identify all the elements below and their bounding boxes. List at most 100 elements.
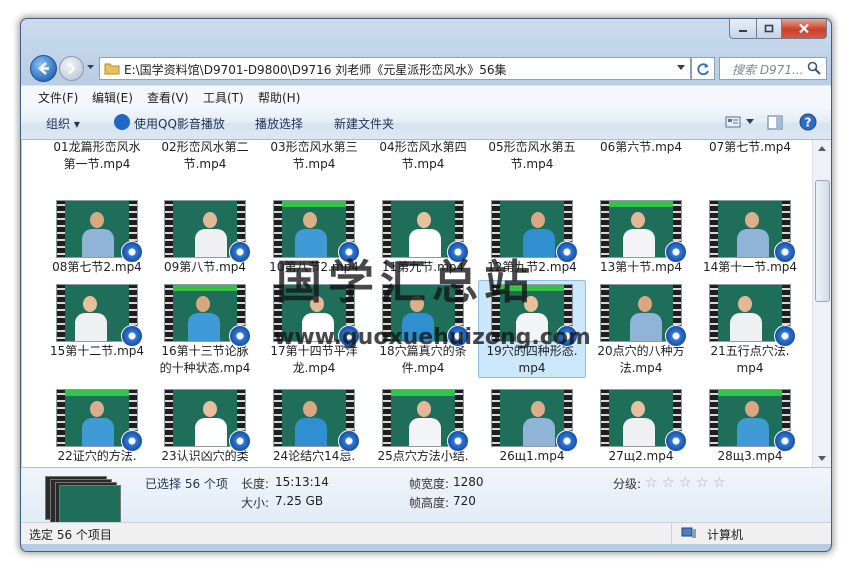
video-thumbnail [709, 200, 796, 263]
qq-video-badge-icon [665, 430, 687, 452]
preview-pane-icon[interactable] [767, 115, 783, 130]
explorer-window: E:\国学资料馆\D9701-D9800\D9716 刘老师《元星派形峦风水》5… [20, 18, 832, 552]
video-thumbnail [56, 284, 143, 347]
scroll-up-icon[interactable] [813, 140, 831, 157]
file-item[interactable]: 15第十二节.mp4 [44, 281, 150, 360]
qq-video-badge-icon [121, 241, 143, 263]
maximize-button[interactable] [757, 19, 782, 39]
scroll-down-icon[interactable] [813, 450, 831, 467]
video-thumbnail [600, 284, 687, 347]
file-name: 法.mp4 [619, 361, 663, 375]
file-item[interactable]: 16第十三节论脉 的十种状态.mp4 [152, 281, 258, 377]
frame-width-label: 帧宽度: [409, 477, 450, 491]
file-item[interactable]: 26щ1.mp4 [479, 386, 585, 465]
qq-video-badge-icon [774, 325, 796, 347]
play-selected-button[interactable]: 播放选择 [255, 115, 303, 132]
file-name: 节.mp4 [401, 157, 445, 171]
file-name: 件.mp4 [401, 361, 445, 375]
rating-star-2[interactable]: ☆ [662, 475, 675, 491]
file-item[interactable]: 24论结穴14忌.mp4 [261, 386, 367, 467]
qq-video-badge-icon [229, 241, 251, 263]
file-item[interactable]: 22证穴的方法.mp4 [44, 386, 150, 467]
qq-video-badge-icon [229, 430, 251, 452]
video-thumbnail [600, 200, 687, 263]
size-value: 7.25 GB [275, 494, 324, 508]
menu-file[interactable]: 文件(F) [38, 89, 78, 106]
menu-edit[interactable]: 编辑(E) [92, 89, 133, 106]
selected-count: 已选择 56 个项 [145, 477, 228, 491]
video-thumbnail [273, 389, 360, 452]
file-item[interactable]: 20点穴的八种方 法.mp4 [588, 281, 694, 377]
file-item[interactable]: 25点穴方法小结.mp4 [370, 386, 476, 467]
file-name: 06第六节.mp4 [599, 140, 683, 154]
rating-star-1[interactable]: ☆ [645, 475, 658, 491]
frame-width-value: 1280 [453, 475, 484, 489]
file-name: 03形峦风水第三 [270, 140, 358, 154]
qq-video-badge-icon [556, 430, 578, 452]
qq-video-badge-icon [121, 430, 143, 452]
close-button[interactable] [782, 19, 827, 39]
rating-star-3[interactable]: ☆ [679, 475, 692, 491]
file-item[interactable]: 08第七节2.mp4 [44, 197, 150, 276]
recent-pages-dropdown-icon[interactable] [86, 61, 95, 73]
file-item[interactable]: 23认识凶穴的类型.mp4 [152, 386, 258, 467]
back-button[interactable] [30, 55, 57, 82]
file-item[interactable]: 27щ2.mp4 [588, 386, 694, 465]
rating-star-4[interactable]: ☆ [696, 475, 709, 491]
address-bar[interactable]: E:\国学资料馆\D9701-D9800\D9716 刘老师《元星派形峦风水》5… [99, 57, 691, 80]
folder-icon [104, 63, 120, 75]
frame-height-label: 帧高度: [409, 496, 450, 510]
file-item[interactable]: 09第八节.mp4 [152, 197, 258, 276]
file-name: mp4 [736, 361, 764, 375]
play-with-qq-button[interactable]: 使用QQ影音播放 [134, 115, 225, 132]
file-name: 05形峦风水第五 [488, 140, 576, 154]
file-item[interactable]: 28щ3.mp4 [697, 386, 803, 465]
organize-button[interactable]: 组织 ▾ [46, 115, 80, 132]
scrollbar-thumb[interactable] [815, 180, 830, 302]
search-box[interactable]: 搜索 D971... [719, 57, 827, 80]
chevron-down-icon: ▾ [73, 117, 80, 131]
refresh-button[interactable] [691, 57, 715, 80]
menu-help[interactable]: 帮助(H) [258, 89, 300, 106]
qq-video-badge-icon [774, 430, 796, 452]
file-item[interactable]: 21五行点穴法. mp4 [697, 281, 803, 377]
length-value: 15:13:14 [275, 475, 329, 489]
view-dropdown-icon[interactable] [746, 119, 755, 125]
video-thumbnail [600, 389, 687, 452]
file-item[interactable]: 07第七节.mp4 [697, 140, 803, 156]
forward-button[interactable] [59, 56, 84, 81]
new-folder-button[interactable]: 新建文件夹 [334, 115, 394, 132]
rating-star-5[interactable]: ☆ [713, 475, 726, 491]
qq-video-badge-icon [774, 241, 796, 263]
address-dropdown-icon[interactable] [677, 65, 686, 71]
file-name: 01龙篇形峦风水 [53, 140, 141, 154]
menu-tools[interactable]: 工具(T) [203, 89, 244, 106]
command-bar: 组织 ▾ 使用QQ影音播放 播放选择 新建文件夹 ? [21, 107, 831, 140]
file-item[interactable]: 01龙篇形峦风水 第一节.mp4 [44, 140, 150, 173]
selection-thumbnail-stack [45, 476, 121, 529]
file-name: 的十种状态.mp4 [159, 361, 251, 375]
file-item[interactable]: 06第六节.mp4 [588, 140, 694, 156]
video-thumbnail [491, 389, 578, 452]
qq-video-badge-icon [665, 325, 687, 347]
file-item[interactable]: 02形峦风水第二 节.mp4 [152, 140, 258, 173]
search-icon[interactable] [807, 61, 821, 75]
address-path[interactable]: E:\国学资料馆\D9701-D9800\D9716 刘老师《元星派形峦风水》5… [124, 61, 507, 78]
vertical-scrollbar[interactable] [812, 140, 831, 467]
help-icon[interactable]: ? [799, 113, 817, 131]
file-item[interactable]: 03形峦风水第三 节.mp4 [261, 140, 367, 173]
video-thumbnail [164, 284, 251, 347]
qq-video-badge-icon [338, 430, 360, 452]
file-item[interactable]: 14第十一节.mp4 [697, 197, 803, 276]
file-name: 节.mp4 [183, 157, 227, 171]
file-name: 04形峦风水第四 [379, 140, 467, 154]
forward-arrow-icon [68, 62, 76, 75]
file-item[interactable]: 04形峦风水第四 节.mp4 [370, 140, 476, 173]
file-item[interactable]: 05形峦风水第五 节.mp4 [479, 140, 585, 173]
change-view-icon[interactable] [725, 115, 741, 129]
rating-label: 分级: [613, 477, 642, 491]
file-name: 第一节.mp4 [63, 157, 131, 171]
minimize-button[interactable] [729, 19, 757, 39]
file-item[interactable]: 13第十节.mp4 [588, 197, 694, 276]
menu-view[interactable]: 查看(V) [147, 89, 189, 106]
